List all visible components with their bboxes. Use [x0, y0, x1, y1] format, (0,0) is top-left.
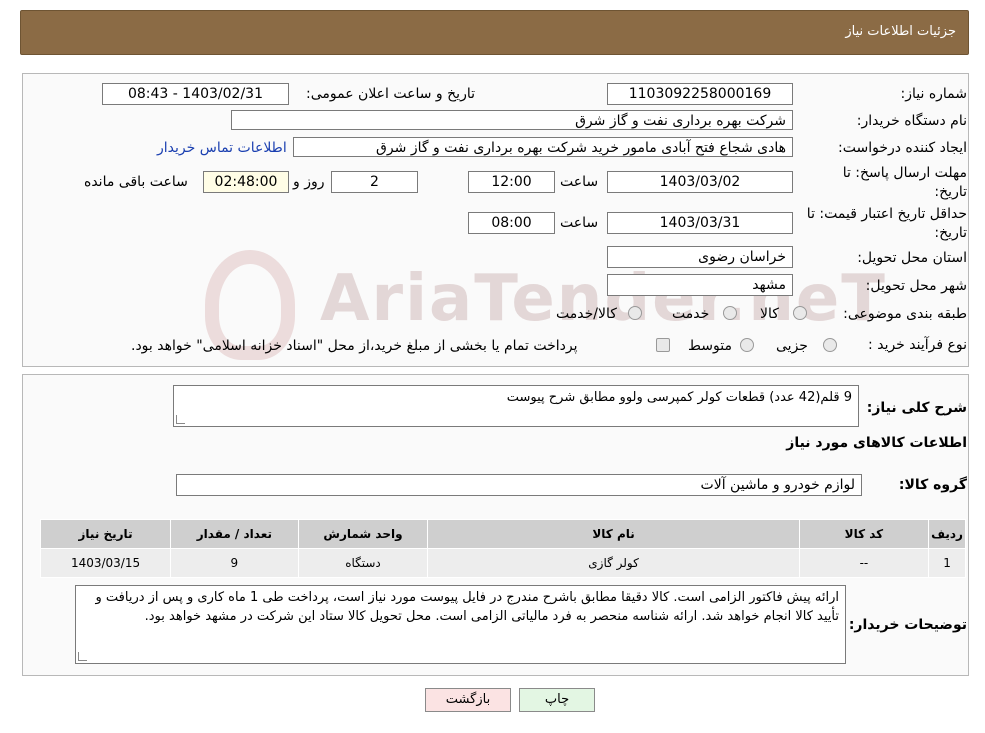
col-row-number: ردیف — [928, 519, 966, 549]
description-field: 9 قلم(42 عدد) قطعات کولر کمپرسی ولوو مطا… — [173, 385, 859, 427]
buyer-notes-text: ارائه پیش فاکتور الزامی است. کالا دقیقا … — [95, 590, 839, 624]
category-goods-service-radio[interactable] — [628, 306, 642, 320]
category-goods-radio[interactable] — [793, 306, 807, 320]
goods-group-field: لوازم خودرو و ماشین آلات — [176, 474, 862, 496]
process-medium-label: متوسط — [688, 338, 732, 354]
resize-grip-icon[interactable] — [78, 652, 87, 661]
city-field: مشهد — [607, 274, 793, 296]
creator-label: ایجاد کننده درخواست: — [838, 140, 967, 156]
category-label: طبقه بندی موضوعی: — [843, 306, 967, 322]
province-label: استان محل تحویل: — [857, 250, 967, 266]
print-button[interactable]: چاپ — [519, 688, 595, 712]
process-label: نوع فرآیند خرید : — [868, 337, 967, 353]
buyer-org-label: نام دستگاه خریدار: — [856, 113, 967, 129]
validity-time: 08:00 — [468, 212, 555, 234]
remaining-time-field: 02:48:00 — [203, 171, 289, 193]
buyer-notes-field: ارائه پیش فاکتور الزامی است. کالا دقیقا … — [75, 585, 846, 664]
send-deadline-date: 1403/03/02 — [607, 171, 793, 193]
contact-buyer-link[interactable]: اطلاعات تماس خریدار — [157, 140, 287, 156]
cell-item-name: کولر گازی — [427, 548, 800, 578]
goods-table: ردیف کد کالا نام کالا واحد شمارش تعداد /… — [39, 519, 966, 578]
announce-label: تاریخ و ساعت اعلان عمومی: — [306, 86, 475, 102]
send-deadline-label: مهلت ارسال پاسخ: تا تاریخ: — [842, 165, 967, 200]
city-label: شهر محل تحویل: — [865, 278, 967, 294]
table-header-row: ردیف کد کالا نام کالا واحد شمارش تعداد /… — [39, 519, 966, 549]
validity-label: حداقل تاریخ اعتبار قیمت: تا تاریخ: — [806, 206, 967, 241]
page-header: جزئیات اطلاعات نیاز — [20, 10, 969, 55]
treasury-checkbox[interactable] — [656, 338, 670, 352]
remaining-label: ساعت باقی مانده — [84, 174, 188, 190]
validity-time-label: ساعت — [560, 215, 599, 231]
back-button[interactable]: بازگشت — [425, 688, 511, 712]
need-number-field: 1103092258000169 — [607, 83, 793, 105]
category-service-label: خدمت — [672, 306, 710, 322]
send-deadline-time: 12:00 — [468, 171, 555, 193]
col-quantity: تعداد / مقدار — [170, 519, 299, 549]
validity-date: 1403/03/31 — [607, 212, 793, 234]
send-time-label: ساعت — [560, 174, 599, 190]
col-need-date: تاریخ نیاز — [39, 519, 172, 549]
table-row: 1 -- کولر گازی دستگاه 9 1403/03/15 — [39, 548, 966, 578]
watermark-text: AriaTender.neT — [320, 262, 887, 336]
cell-row-number: 1 — [928, 548, 966, 578]
process-minor-label: جزیی — [776, 338, 808, 354]
col-item-name: نام کالا — [427, 519, 800, 549]
days-label: روز و — [293, 174, 325, 190]
col-item-code: کد کالا — [798, 519, 930, 549]
page-title: جزئیات اطلاعات نیاز — [845, 24, 956, 39]
creator-field: هادی شجاع فتح آبادی مامور خرید شرکت بهره… — [293, 137, 793, 157]
description-label: شرح کلی نیاز: — [866, 400, 967, 416]
cell-need-date: 1403/03/15 — [39, 548, 172, 578]
process-note: پرداخت تمام یا بخشی از مبلغ خرید،از محل … — [131, 338, 578, 354]
category-goods-service-label: کالا/خدمت — [556, 306, 617, 322]
col-unit: واحد شمارش — [297, 519, 429, 549]
need-number-label: شماره نیاز: — [900, 86, 968, 102]
days-field: 2 — [331, 171, 418, 193]
cell-unit: دستگاه — [297, 548, 429, 578]
cell-quantity: 9 — [170, 548, 299, 578]
process-minor-radio[interactable] — [823, 338, 837, 352]
buyer-org-field: شرکت بهره برداری نفت و گاز شرق — [231, 110, 793, 130]
buyer-notes-label: توضیحات خریدار: — [848, 617, 967, 633]
goods-info-title: اطلاعات کالاهای مورد نیاز — [786, 435, 967, 451]
process-medium-radio[interactable] — [740, 338, 754, 352]
cell-item-code: -- — [798, 548, 930, 578]
description-text: 9 قلم(42 عدد) قطعات کولر کمپرسی ولوو مطا… — [506, 390, 852, 405]
province-field: خراسان رضوی — [607, 246, 793, 268]
goods-group-label: گروه کالا: — [898, 477, 967, 493]
resize-grip-icon[interactable] — [176, 415, 185, 424]
announce-field: 1403/02/31 - 08:43 — [102, 83, 289, 105]
category-goods-label: کالا — [760, 306, 779, 322]
category-service-radio[interactable] — [723, 306, 737, 320]
